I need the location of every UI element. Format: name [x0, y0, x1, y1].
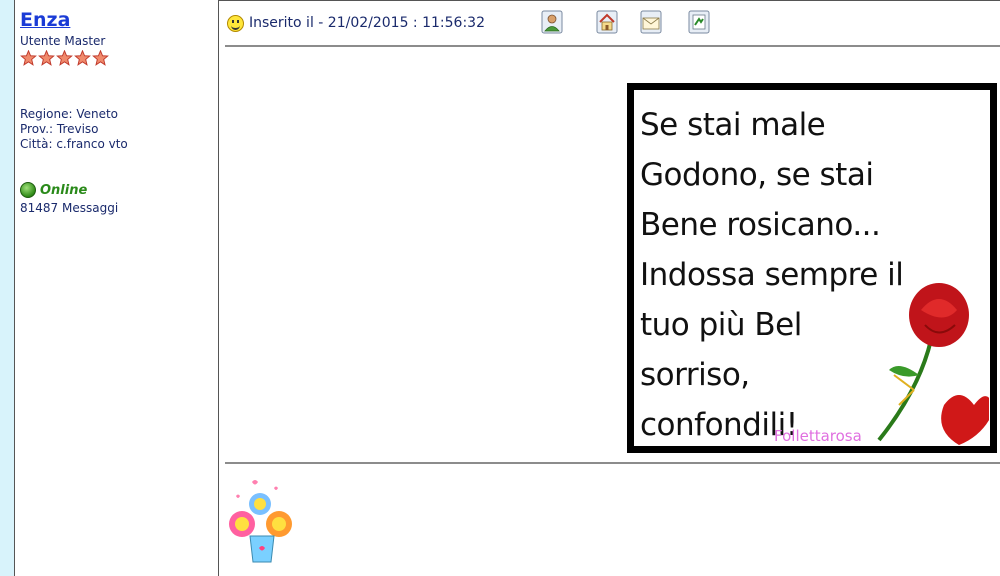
user-province: Prov.: Treviso	[20, 122, 99, 136]
username-link[interactable]: Enza	[20, 9, 70, 31]
flower-pot-icon	[229, 480, 292, 563]
star-icon	[92, 50, 109, 66]
user-region: Regione: Veneto	[20, 107, 119, 121]
footer-divider	[225, 462, 1000, 464]
star-icon	[38, 50, 55, 66]
email-icon[interactable]	[640, 10, 662, 34]
rank-stars	[20, 50, 110, 66]
star-icon	[56, 50, 73, 66]
left-gutter	[0, 0, 15, 576]
homepage-icon[interactable]	[596, 10, 618, 34]
online-dot-icon	[20, 182, 36, 198]
post-header: Inserito il - 21/02/2015 : 11:56:32	[227, 8, 485, 38]
quote-line: Se stai male	[640, 107, 826, 143]
online-label: Online	[40, 182, 88, 198]
post-timestamp: Inserito il - 21/02/2015 : 11:56:32	[249, 15, 485, 31]
reply-quote-icon[interactable]	[688, 10, 710, 34]
quote-image: Se stai male Godono, se stai Bene rosica…	[627, 83, 997, 453]
star-icon	[20, 50, 37, 66]
author-sidebar: Enza Utente Master Regione: Veneto Prov.…	[15, 0, 219, 576]
quote-image-inner: Se stai male Godono, se stai Bene rosica…	[634, 90, 990, 446]
smiley-icon	[227, 14, 244, 32]
quote-line: Godono, se stai	[640, 157, 874, 193]
rose-icon	[877, 283, 989, 445]
profile-icon[interactable]	[541, 10, 563, 34]
quote-line: Bene rosicano...	[640, 207, 881, 243]
online-status: Online	[20, 182, 87, 198]
quote-signature: Follettarosa	[774, 427, 862, 445]
message-count: 81487 Messaggi	[20, 201, 119, 215]
header-divider	[225, 45, 1000, 47]
user-rank: Utente Master	[20, 34, 106, 48]
user-city: Città: c.franco vto	[20, 137, 128, 151]
star-icon	[74, 50, 91, 66]
